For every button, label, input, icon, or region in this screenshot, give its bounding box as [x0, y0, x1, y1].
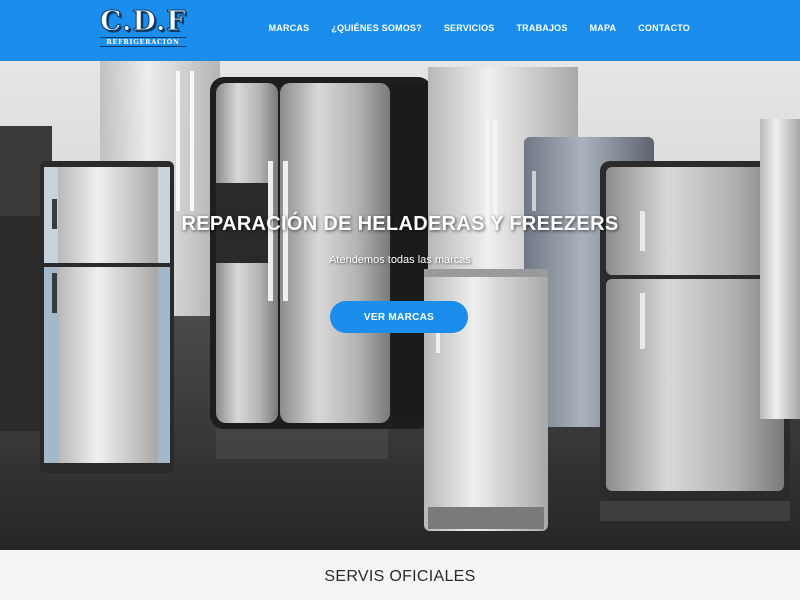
nav-item-trabajos: TRABAJOS [516, 18, 567, 36]
brand-logo[interactable]: C.D.F REFRIGERACIÓN [100, 8, 192, 48]
section-title: SERVIS OFICIALES [324, 568, 476, 585]
hero-subtitle: Atendemos todas las marcas [329, 254, 471, 266]
ver-marcas-button[interactable]: VER MARCAS [330, 301, 468, 333]
main-nav: MARCAS ¿QUIÉNES SOMOS? SERVICIOS TRABAJO… [247, 0, 690, 53]
nav-item-servicios: SERVICIOS [444, 18, 495, 36]
brand-name: C.D.F [100, 6, 187, 37]
nav-item-mapa: MAPA [590, 18, 617, 36]
brand-tagline: REFRIGERACIÓN [100, 37, 186, 47]
official-services-section: SERVIS OFICIALES [0, 550, 800, 600]
nav-link-contacto[interactable]: CONTACTO [638, 23, 690, 33]
hero-title: REPARACIÓN DE HELADERAS Y FREEZERS [181, 213, 619, 235]
nav-link-quienes-somos[interactable]: ¿QUIÉNES SOMOS? [331, 23, 422, 33]
nav-item-quienes-somos: ¿QUIÉNES SOMOS? [331, 18, 422, 36]
site-header: C.D.F REFRIGERACIÓN MARCAS ¿QUIÉNES SOMO… [0, 0, 800, 61]
hero-banner: REPARACIÓN DE HELADERAS Y FREEZERS Atend… [0, 61, 800, 550]
nav-item-contacto: CONTACTO [638, 18, 690, 36]
nav-link-marcas[interactable]: MARCAS [269, 23, 310, 33]
nav-link-servicios[interactable]: SERVICIOS [444, 23, 495, 33]
nav-item-marcas: MARCAS [269, 18, 310, 36]
nav-link-mapa[interactable]: MAPA [590, 23, 617, 33]
nav-link-trabajos[interactable]: TRABAJOS [516, 23, 567, 33]
